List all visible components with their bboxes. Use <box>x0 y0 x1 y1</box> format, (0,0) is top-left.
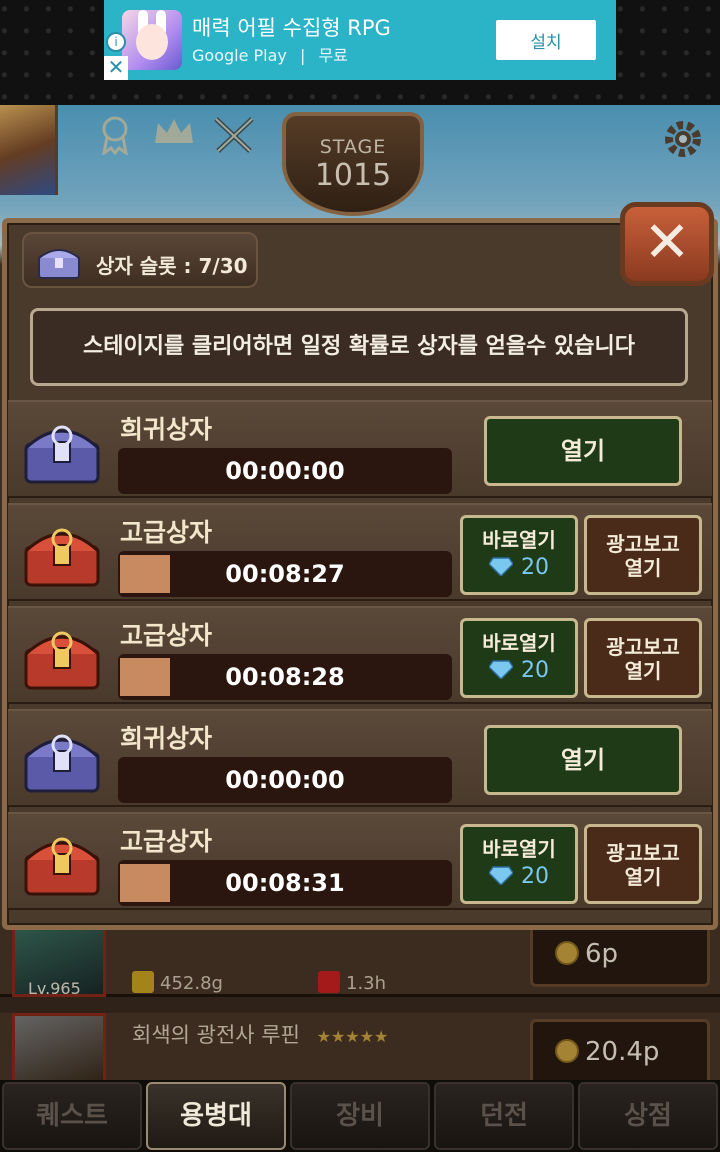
chest-timer: 00:08:31 <box>118 860 452 906</box>
watch-ad-label: 광고보고 <box>606 841 680 865</box>
ad-store: Google Play <box>192 46 287 65</box>
instant-open-button[interactable]: 바로열기 20 <box>460 515 578 595</box>
instant-open-label: 바로열기 <box>482 528 556 552</box>
close-icon[interactable]: ✕ <box>620 202 714 286</box>
gem-cost: 20 <box>463 864 575 889</box>
timer-text: 00:08:28 <box>225 663 345 691</box>
premium-chest-icon <box>24 528 100 587</box>
chest-row: 희귀상자 00:00:00 열기 <box>8 709 712 807</box>
chest-name: 희귀상자 <box>120 724 213 753</box>
premium-chest-icon <box>24 631 100 690</box>
gem-icon <box>489 557 513 576</box>
ad-separator: | <box>299 46 306 65</box>
ad-banner[interactable]: 매력 어필 수집형 RPG Google Play | 무료 설치 i ✕ <box>104 0 616 80</box>
timer-text: 00:08:27 <box>225 560 345 588</box>
instant-open-label: 바로열기 <box>482 631 556 655</box>
tab-mercenary[interactable]: 용병대 <box>146 1082 286 1150</box>
game-screen: 매력 어필 수집형 RPG Google Play | 무료 설치 i ✕ ST… <box>0 0 720 1152</box>
watch-ad-label-open: 열기 <box>624 556 662 580</box>
character-face-icon <box>136 24 168 60</box>
chest-name: 고급상자 <box>120 518 213 547</box>
open-button[interactable]: 열기 <box>484 416 682 486</box>
tab-dungeon[interactable]: 던전 <box>434 1082 574 1150</box>
open-button[interactable]: 열기 <box>484 725 682 795</box>
chest-slot-counter: 상자 슬롯 : 7/30 <box>22 232 258 288</box>
instant-open-button[interactable]: 바로열기 20 <box>460 618 578 698</box>
gem-icon <box>489 660 513 679</box>
ad-title: 매력 어필 수집형 RPG <box>192 16 391 40</box>
watch-ad-open-button[interactable]: 광고보고 열기 <box>584 824 702 904</box>
instant-open-button[interactable]: 바로열기 20 <box>460 824 578 904</box>
premium-chest-icon <box>24 837 100 896</box>
gem-cost-value: 20 <box>521 864 549 889</box>
tab-shop[interactable]: 상점 <box>578 1082 718 1150</box>
ad-install-button[interactable]: 설치 <box>496 20 596 60</box>
ad-subtitle: Google Play | 무료 <box>192 42 348 66</box>
chest-row: 희귀상자 00:00:00 열기 <box>8 400 712 498</box>
ad-price: 무료 <box>318 46 348 65</box>
chest-name: 희귀상자 <box>120 415 213 444</box>
rare-chest-icon <box>24 734 100 793</box>
rare-chest-icon <box>24 425 100 484</box>
watch-ad-open-button[interactable]: 광고보고 열기 <box>584 618 702 698</box>
watch-ad-label-open: 열기 <box>624 659 662 683</box>
gem-icon <box>489 866 513 885</box>
gem-cost-value: 20 <box>521 658 549 683</box>
chest-timer: 00:00:00 <box>118 757 452 803</box>
chest-row: 고급상자 00:08:27 바로열기 20 광고보고 열기 <box>8 503 712 601</box>
watch-ad-open-button[interactable]: 광고보고 열기 <box>584 515 702 595</box>
chest-row: 고급상자 00:08:28 바로열기 20 광고보고 열기 <box>8 606 712 704</box>
gem-cost: 20 <box>463 555 575 580</box>
ad-app-icon[interactable] <box>122 10 182 70</box>
instant-open-label: 바로열기 <box>482 837 556 861</box>
timer-text: 00:08:31 <box>225 869 345 897</box>
chest-timer: 00:00:00 <box>118 448 452 494</box>
tab-quest[interactable]: 퀘스트 <box>2 1082 142 1150</box>
ad-close-icon[interactable]: ✕ <box>104 56 128 80</box>
watch-ad-label: 광고보고 <box>606 532 680 556</box>
chest-icon <box>38 249 80 279</box>
chest-row: 고급상자 00:08:31 바로열기 20 광고보고 열기 <box>8 812 712 910</box>
chest-timer: 00:08:27 <box>118 551 452 597</box>
slot-count-label: 상자 슬롯 : 7/30 <box>96 254 248 278</box>
chest-timer: 00:08:28 <box>118 654 452 700</box>
chest-name: 고급상자 <box>120 827 213 856</box>
chest-name: 고급상자 <box>120 621 213 650</box>
timer-text: 00:00:00 <box>225 766 345 794</box>
bottom-tab-bar: 퀘스트 용병대 장비 던전 상점 <box>0 1080 720 1152</box>
timer-text: 00:00:00 <box>225 457 345 485</box>
chest-notice: 스테이지를 클리어하면 일정 확률로 상자를 얻을수 있습니다 <box>30 308 688 386</box>
watch-ad-label: 광고보고 <box>606 635 680 659</box>
gem-cost-value: 20 <box>521 555 549 580</box>
tab-equipment[interactable]: 장비 <box>290 1082 430 1150</box>
ad-info-icon[interactable]: i <box>106 32 126 52</box>
gem-cost: 20 <box>463 658 575 683</box>
watch-ad-label-open: 열기 <box>624 865 662 889</box>
